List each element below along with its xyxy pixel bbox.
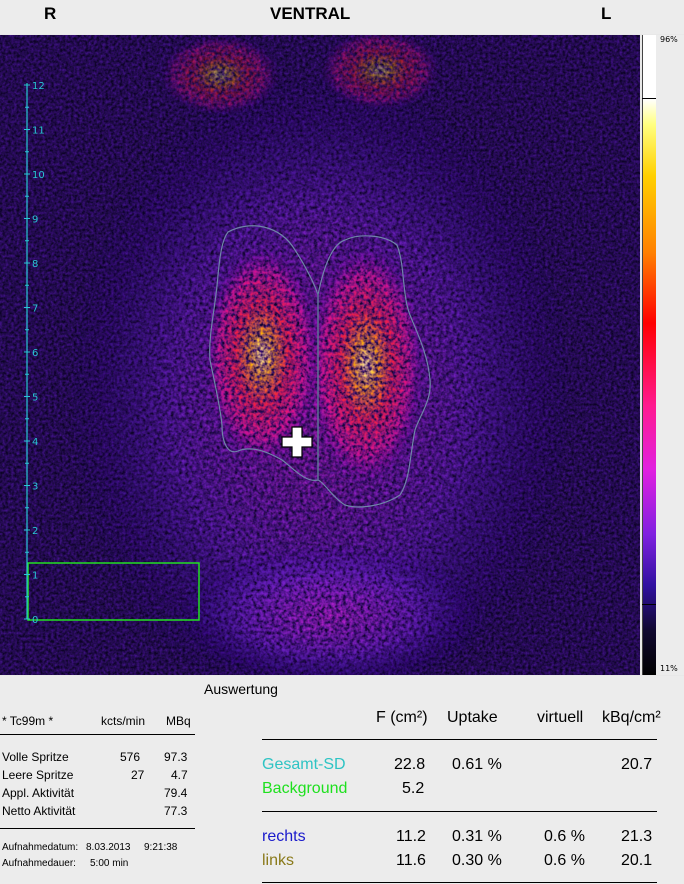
date-label: Aufnahmedatum: — [2, 842, 79, 853]
roi-label-background: Background — [262, 780, 348, 797]
rechts-virtuell: 0.6 % — [544, 828, 585, 845]
scale-tick-label: 2 — [32, 526, 38, 537]
colorbar-min-label: 11% — [660, 664, 678, 673]
roi-label-links: links — [262, 852, 295, 869]
isotope-label: * Tc99m * — [2, 714, 54, 728]
links-virtuell: 0.6 % — [544, 852, 585, 869]
scale-tick-label: 0 — [32, 615, 38, 626]
time-value: 9:21:38 — [144, 842, 178, 853]
row-mbq: 79.4 — [164, 786, 188, 800]
header-bar: R VENTRAL L — [0, 0, 684, 34]
rechts-kbq: 21.3 — [621, 828, 653, 845]
row-mbq: 4.7 — [171, 768, 188, 782]
links-kbq: 20.1 — [621, 852, 653, 869]
gesamt-uptake: 0.61 % — [452, 756, 502, 773]
right-table-divider — [262, 882, 657, 883]
row-label: Appl. Aktivität — [2, 786, 75, 800]
col-header-kbq: kBq/cm² — [602, 709, 661, 726]
left-table-divider — [0, 734, 195, 735]
colorbar-max-label: 96% — [660, 35, 678, 44]
scale-tick-label: 7 — [32, 304, 38, 315]
scale-tick-label: 4 — [32, 437, 38, 448]
col-header-virtuell: virtuell — [537, 709, 584, 726]
right-table-divider — [262, 739, 657, 740]
row-label: Leere Spritze — [2, 768, 74, 782]
orientation-left-label: L — [601, 4, 612, 23]
colorbar-lower-tick — [642, 604, 656, 605]
right-table-divider — [262, 811, 657, 812]
background-area: 5.2 — [402, 780, 425, 797]
kcts-header: kcts/min — [101, 714, 146, 728]
left-table-divider — [0, 828, 195, 829]
scale-tick-label: 3 — [32, 482, 38, 493]
rechts-area: 11.2 — [396, 828, 426, 845]
duration-value: 5:00 min — [90, 858, 129, 869]
view-title: VENTRAL — [270, 4, 351, 23]
color-scale-bar — [642, 35, 657, 675]
evaluation-panel: Auswertung * Tc99m * kcts/min MBq Volle … — [0, 676, 684, 884]
colorbar-upper-tick — [642, 98, 656, 99]
row-label: Volle Spritze — [2, 750, 69, 764]
row-label: Netto Aktivität — [2, 804, 76, 818]
scale-tick-label: 9 — [32, 215, 38, 226]
row-kcts: 27 — [131, 768, 145, 782]
scale-tick-label: 6 — [32, 348, 38, 359]
rechts-uptake: 0.31 % — [452, 828, 502, 845]
col-header-area: F (cm²) — [376, 709, 428, 726]
scale-tick-label: 5 — [32, 393, 38, 404]
scale-tick-label: 12 — [32, 81, 45, 92]
links-area: 11.6 — [396, 852, 426, 869]
colorbar-margin — [656, 35, 684, 675]
salivary-left — [160, 35, 280, 115]
duration-label: Aufnahmedauer: — [2, 858, 76, 869]
scale-tick-label: 10 — [32, 170, 45, 181]
row-mbq: 77.3 — [164, 804, 188, 818]
roi-label-gesamt: Gesamt-SD — [262, 756, 346, 773]
links-uptake: 0.30 % — [452, 852, 502, 869]
mbq-header: MBq — [166, 714, 191, 728]
gesamt-area: 22.8 — [394, 756, 426, 773]
evaluation-title: Auswertung — [204, 681, 278, 697]
roi-label-rechts: rechts — [262, 828, 306, 845]
scintigraphy-image[interactable]: 0 1 2 3 4 5 6 7 8 9 10 11 12 — [0, 30, 640, 715]
scale-tick-label: 8 — [32, 259, 38, 270]
gesamt-kbq: 20.7 — [621, 756, 653, 773]
orientation-right-label: R — [44, 4, 57, 23]
scale-tick-label: 1 — [32, 571, 38, 582]
date-value: 8.03.2013 — [86, 842, 131, 853]
row-mbq: 97.3 — [164, 750, 188, 764]
col-header-uptake: Uptake — [447, 709, 498, 726]
scale-tick-label: 11 — [32, 126, 45, 137]
scintigraphy-svg: 0123456789101112 — [0, 30, 640, 715]
row-kcts: 576 — [120, 750, 141, 764]
thyroid-left-lobe — [308, 245, 424, 485]
